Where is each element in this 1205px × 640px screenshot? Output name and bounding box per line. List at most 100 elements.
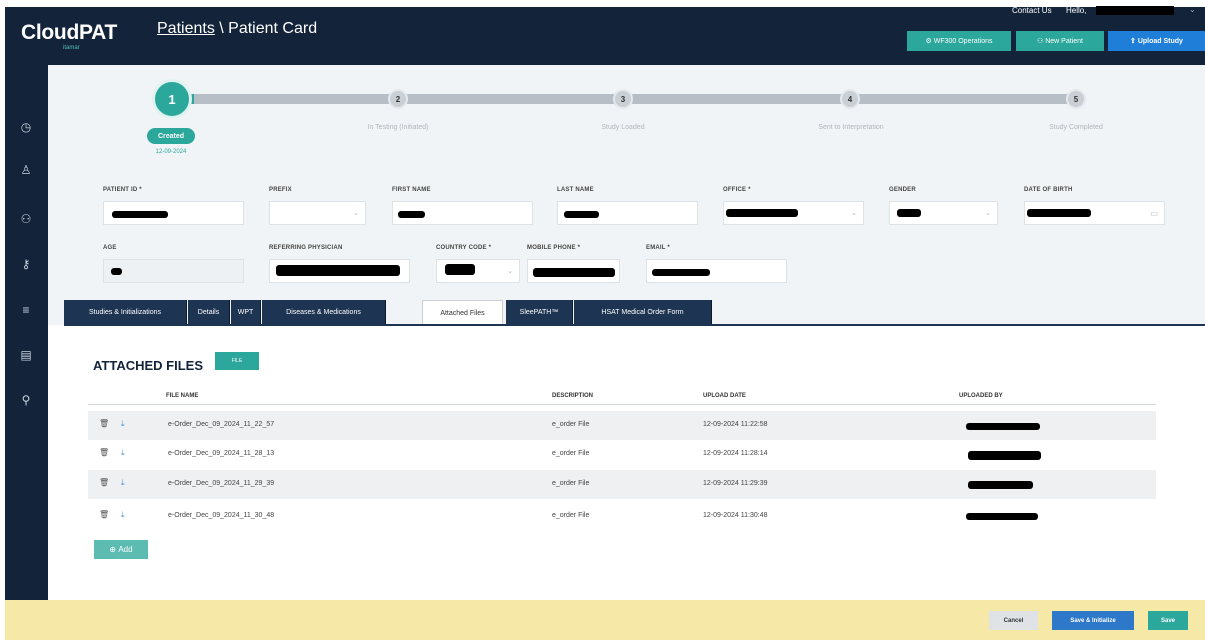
logo-subtitle: itamar [63, 45, 80, 51]
country-code-label: COUNTRY CODE * [436, 245, 492, 251]
trash-icon[interactable]: 🗑 [99, 478, 109, 487]
wf300-operations-button[interactable]: ⚙ WF300 Operations [907, 31, 1011, 51]
upload-date-cell: 12-09-2024 11:22:58 [703, 421, 768, 428]
country-code-select[interactable]: ⌄ [436, 259, 520, 283]
upload-icon: ⇪ [1130, 38, 1138, 45]
step-2-label: In Testing (Initiated) [367, 124, 429, 131]
file-name-cell[interactable]: e-Order_Dec_09_2024_11_29_39 [168, 480, 274, 487]
upload-study-button[interactable]: ⇪ Upload Study [1108, 31, 1205, 51]
file-name-cell[interactable]: e-Order_Dec_09_2024_11_30_48 [168, 512, 274, 519]
table-row: 🗑 ⤓ e-Order_Dec_09_2024_11_29_39 e_order… [88, 470, 1156, 499]
redacted-value [398, 211, 425, 218]
description-cell: e_order File [552, 512, 590, 519]
prefix-select[interactable]: ⌄ [269, 201, 366, 225]
file-name-cell[interactable]: e-Order_Dec_09_2024_11_22_57 [168, 421, 274, 428]
step-4-label: Sent to Interpretation [818, 124, 884, 131]
step-1-circle: 1 [152, 79, 192, 119]
redacted-value [112, 211, 168, 218]
email-label: EMAIL * [646, 245, 670, 251]
email-field[interactable] [646, 259, 787, 283]
redacted-value [726, 209, 798, 217]
download-icon[interactable]: ⤓ [121, 478, 125, 488]
redacted-value [1027, 209, 1091, 217]
tab-sleepath[interactable]: SleePATH™ [506, 300, 573, 325]
first-name-label: FIRST NAME [392, 187, 431, 193]
office-select[interactable]: ⌄ [723, 201, 864, 225]
prefix-label: PREFIX [269, 187, 292, 193]
save-initialize-button[interactable]: Save & Initialize [1052, 611, 1134, 630]
age-field [103, 259, 244, 283]
download-icon[interactable]: ⤓ [121, 448, 125, 458]
referring-physician-label: REFERRING PHYSICIAN [269, 245, 343, 251]
plus-circle-icon: ⊕ [109, 545, 119, 554]
attached-files-title: ATTACHED FILES [93, 358, 204, 373]
book-icon[interactable]: ▤ [15, 345, 37, 365]
contact-us-link[interactable]: Contact Us [1012, 6, 1052, 15]
download-icon[interactable]: ⤓ [121, 510, 125, 520]
col-file-name[interactable]: FILE NAME [166, 393, 198, 399]
users-icon[interactable]: ⚇ [15, 209, 37, 229]
step-5-circle: 5 [1066, 89, 1086, 109]
gender-select[interactable]: ⌄ [889, 201, 998, 225]
chevron-down-icon: ⌄ [851, 210, 857, 217]
uploaded-by-redacted [966, 423, 1040, 430]
calendar-icon[interactable]: ▭ [1150, 209, 1158, 218]
step-1-status-badge: Created [147, 128, 195, 144]
description-cell: e_order File [552, 480, 590, 487]
col-uploaded-by[interactable]: UPLOADED BY [959, 393, 1003, 399]
date-of-birth-label: DATE OF BIRTH [1024, 187, 1073, 193]
gear-icon: ⚙ [925, 38, 934, 45]
file-filter-button[interactable]: FILE [215, 352, 259, 370]
tab-hsat-medical-order-form[interactable]: HSAT Medical Order Form [574, 300, 712, 325]
save-button[interactable]: Save [1148, 611, 1188, 630]
search-user-icon[interactable]: ⚲ [15, 390, 37, 410]
trash-icon[interactable]: 🗑 [99, 510, 109, 519]
redacted-value [533, 268, 615, 277]
patient-id-field[interactable] [103, 201, 244, 225]
table-header-rule [88, 404, 1156, 405]
add-file-button[interactable]: ⊕ Add [94, 540, 148, 559]
cancel-button[interactable]: Cancel [989, 611, 1038, 630]
tab-details[interactable]: Details [188, 300, 230, 325]
col-description[interactable]: DESCRIPTION [552, 393, 593, 399]
uploaded-by-redacted [966, 513, 1038, 520]
redacted-value [564, 211, 599, 218]
tab-wpt[interactable]: WPT [231, 300, 261, 325]
date-of-birth-field[interactable]: ▭ [1024, 201, 1165, 225]
table-row: 🗑 ⤓ e-Order_Dec_09_2024_11_30_48 e_order… [88, 502, 1156, 531]
step-2-circle: 2 [388, 89, 408, 109]
download-icon[interactable]: ⤓ [121, 419, 125, 429]
key-icon[interactable]: ⚷ [15, 254, 37, 274]
table-row: 🗑 ⤓ e-Order_Dec_09_2024_11_22_57 e_order… [88, 411, 1156, 440]
file-name-cell[interactable]: e-Order_Dec_09_2024_11_28_13 [168, 450, 274, 457]
first-name-field[interactable] [392, 201, 533, 225]
wf300-label: WF300 Operations [933, 37, 993, 45]
upload-date-cell: 12-09-2024 11:29:39 [703, 480, 768, 487]
breadcrumb-patients-link[interactable]: Patients [157, 20, 215, 37]
col-upload-date[interactable]: UPLOAD DATE [703, 393, 746, 399]
breadcrumb-separator: \ [214, 20, 229, 37]
user-icon[interactable]: ♙ [15, 160, 37, 180]
last-name-field[interactable] [557, 201, 698, 225]
app-logo[interactable]: CloudPAT [21, 21, 117, 45]
step-3-label: Study Loaded [601, 124, 645, 131]
tab-attached-files[interactable]: Attached Files [422, 300, 503, 325]
trash-icon[interactable]: 🗑 [99, 448, 109, 457]
add-user-icon: ⚇ [1037, 38, 1046, 45]
referring-physician-field[interactable] [269, 259, 410, 283]
chevron-down-icon: ⌄ [985, 210, 991, 217]
redacted-value [276, 265, 400, 276]
user-menu-chevron-icon[interactable]: ⌄ [1189, 5, 1196, 14]
tab-diseases-medications[interactable]: Diseases & Medications [262, 300, 386, 325]
upload-date-cell: 12-09-2024 11:28:14 [703, 450, 768, 457]
redacted-value [897, 209, 921, 217]
add-label: Add [118, 545, 133, 554]
clock-icon[interactable]: ◷ [15, 117, 37, 137]
mobile-phone-label: MOBILE PHONE * [527, 245, 581, 251]
new-patient-button[interactable]: ⚇ New Patient [1016, 31, 1104, 51]
trash-icon[interactable]: 🗑 [99, 419, 109, 428]
redacted-value [652, 269, 710, 276]
mobile-phone-field[interactable] [527, 259, 620, 283]
tab-studies-initializations[interactable]: Studies & Initializations [64, 300, 187, 325]
list-icon[interactable]: ≡ [15, 300, 37, 320]
